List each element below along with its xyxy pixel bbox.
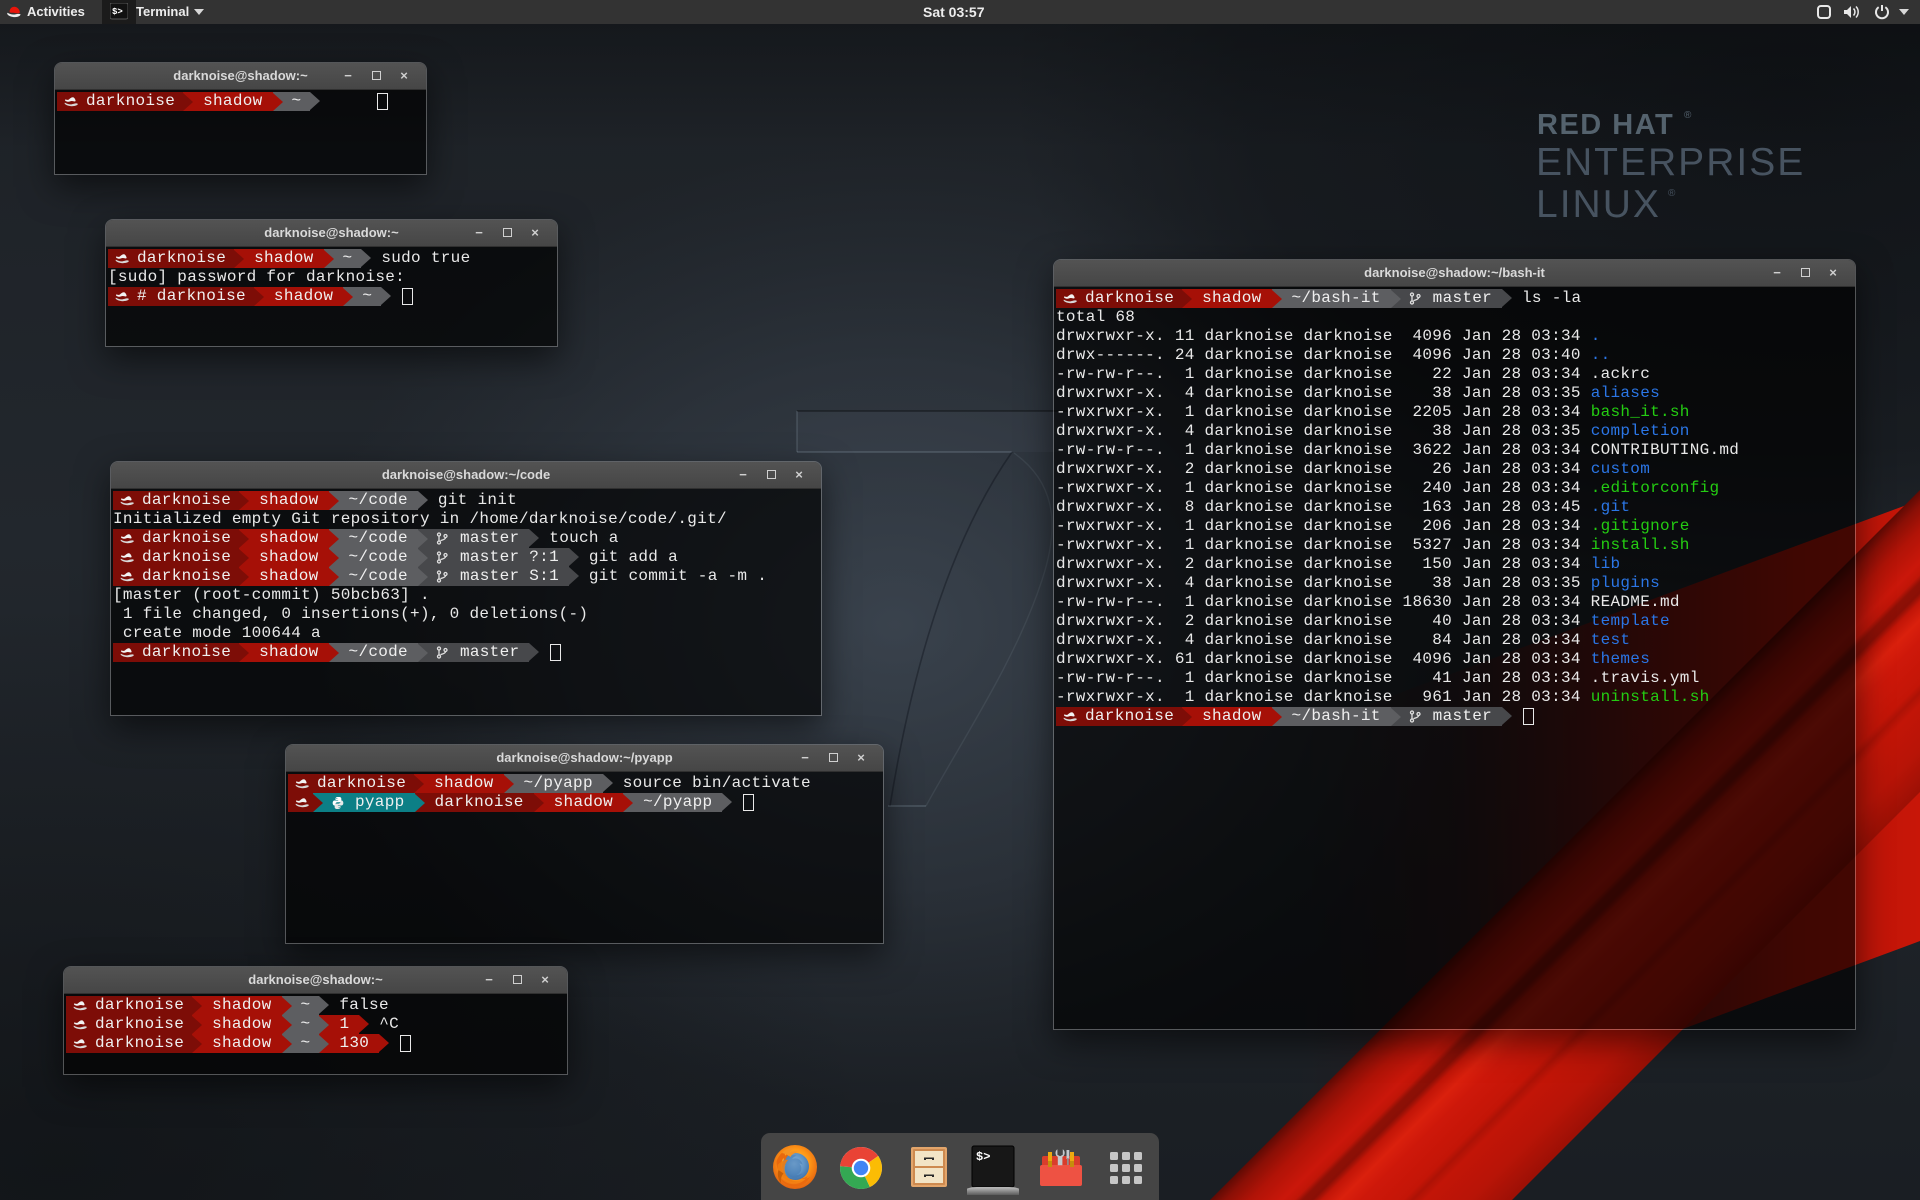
svg-text:®: ® [1668, 188, 1676, 199]
svg-text:ENTERPRISE: ENTERPRISE [1536, 141, 1805, 184]
svg-text:RED HAT: RED HAT [1537, 109, 1674, 141]
svg-text:LINUX: LINUX [1536, 183, 1661, 226]
svg-text:$>: $> [112, 7, 123, 17]
svg-text:$>: $> [976, 1150, 990, 1164]
svg-text:®: ® [1684, 110, 1692, 121]
